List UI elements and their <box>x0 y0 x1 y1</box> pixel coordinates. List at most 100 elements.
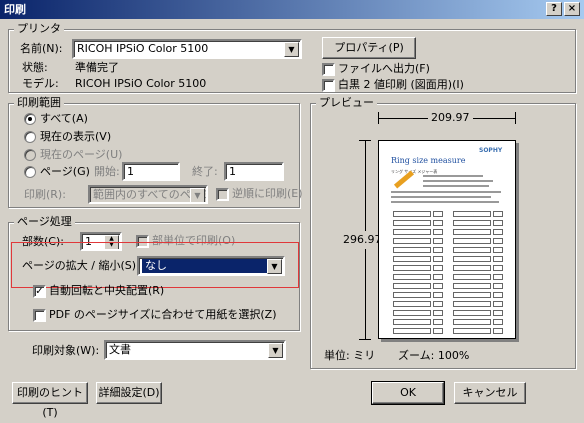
range-pages-radio[interactable] <box>24 166 36 178</box>
print-to-file-label[interactable]: ファイルへ出力(F) <box>338 62 430 76</box>
auto-rotate-label[interactable]: 自動回転と中央配置(R) <box>49 284 164 298</box>
size-chart-cell <box>433 220 443 226</box>
size-chart-cell <box>393 238 431 244</box>
printer-model-value: RICOH IPSiO Color 5100 <box>75 77 207 90</box>
print-what-select[interactable]: 文書 ▼ <box>104 340 286 360</box>
range-end-label: 終了: <box>192 165 218 178</box>
size-chart-cell <box>433 229 443 235</box>
pdf-page-size-label[interactable]: PDF のページサイズに合わせて用紙を選択(Z) <box>49 308 277 322</box>
printer-status-value: 準備完了 <box>75 61 119 74</box>
size-chart-cell <box>433 283 443 289</box>
size-chart-cell <box>433 211 443 217</box>
range-current-view-radio[interactable] <box>24 131 36 143</box>
range-all-label[interactable]: すべて(A) <box>40 112 88 126</box>
range-subset-select[interactable]: 範囲内のすべてのページ ▼ <box>88 185 208 204</box>
size-chart-cell <box>493 238 503 244</box>
height-dimension-value: 296.97 <box>343 231 382 249</box>
size-chart-cell <box>393 211 431 217</box>
size-chart-cell <box>453 301 491 307</box>
chevron-down-icon[interactable]: ▼ <box>190 188 205 202</box>
printer-status-label: 状態: <box>22 61 48 74</box>
size-chart-cell <box>493 229 503 235</box>
size-chart-cell <box>493 319 503 325</box>
printer-legend: プリンタ <box>14 23 64 35</box>
preview-page: SOPHY Ring size measure リング サイズ メジャー表 <box>378 140 516 339</box>
preview-legend: プレビュー <box>316 97 377 109</box>
reverse-checkbox[interactable] <box>216 188 229 201</box>
zoom-label: ズーム: 100% <box>398 349 470 362</box>
mono-print-label[interactable]: 白黒 2 値印刷 (図面用)(I) <box>338 78 464 92</box>
auto-rotate-checkbox[interactable]: ✓ <box>33 285 46 298</box>
range-pages-label[interactable]: ページ(G) <box>40 165 90 179</box>
size-chart-cell <box>393 247 431 253</box>
range-current-page-label[interactable]: 現在のページ(U) <box>40 148 122 162</box>
size-chart-cell <box>393 274 431 280</box>
help-button[interactable]: ? <box>546 2 562 16</box>
size-chart-cell <box>493 274 503 280</box>
units-label: 単位: ミリ <box>324 349 376 362</box>
width-dimension-value: 209.97 <box>428 111 473 125</box>
size-chart-cell <box>453 310 491 316</box>
chevron-down-icon[interactable]: ▼ <box>268 343 283 358</box>
size-chart-cell <box>393 319 431 325</box>
scaling-label: ページの拡大 / 縮小(S): <box>22 259 140 272</box>
size-chart-cell <box>493 301 503 307</box>
size-chart-cell <box>453 292 491 298</box>
reverse-label[interactable]: 逆順に印刷(E) <box>232 187 303 201</box>
size-chart-cell <box>493 283 503 289</box>
print-hints-button[interactable]: 印刷のヒント(T) <box>12 382 88 419</box>
size-chart-cell <box>433 274 443 280</box>
size-chart-cell <box>393 292 431 298</box>
range-start-input[interactable]: 1 <box>122 162 180 181</box>
size-chart-cell <box>493 328 503 334</box>
height-dimension-tick-top <box>359 140 371 141</box>
printer-name-select[interactable]: RICOH IPSiO Color 5100 ▼ <box>72 39 302 59</box>
width-dimension-tick-right <box>515 112 516 124</box>
chevron-down-icon[interactable]: ▼ <box>267 259 282 274</box>
size-chart-cell <box>433 319 443 325</box>
size-chart-cell <box>453 283 491 289</box>
advanced-button[interactable]: 詳細設定(D) <box>96 382 162 404</box>
size-chart-cell <box>453 319 491 325</box>
size-chart-cell <box>453 220 491 226</box>
pdf-page-size-checkbox[interactable] <box>33 309 46 322</box>
size-chart-cell <box>433 238 443 244</box>
size-chart-cell <box>493 211 503 217</box>
scaling-select[interactable]: なし ▼ <box>137 256 285 276</box>
size-chart-cell <box>493 220 503 226</box>
size-chart-table <box>379 141 517 340</box>
size-chart-cell <box>453 256 491 262</box>
size-chart-cell <box>393 283 431 289</box>
size-chart-cell <box>433 292 443 298</box>
size-chart-cell <box>393 229 431 235</box>
size-chart-cell <box>433 328 443 334</box>
size-chart-cell <box>493 256 503 262</box>
size-chart-cell <box>433 247 443 253</box>
range-end-input[interactable]: 1 <box>224 162 284 181</box>
size-chart-cell <box>453 211 491 217</box>
mono-print-checkbox[interactable] <box>322 79 335 92</box>
ok-button[interactable]: OK <box>371 381 445 405</box>
chevron-down-icon[interactable]: ▼ <box>284 42 299 57</box>
range-current-page-radio[interactable] <box>24 149 36 161</box>
size-chart-cell <box>493 310 503 316</box>
size-chart-cell <box>393 328 431 334</box>
range-current-view-label[interactable]: 現在の表示(V) <box>40 130 111 144</box>
printer-model-label: モデル: <box>22 77 59 90</box>
width-dimension-tick-left <box>378 112 379 124</box>
size-chart-cell <box>493 292 503 298</box>
size-chart-cell <box>493 265 503 271</box>
properties-button[interactable]: プロパティ(P) <box>322 37 416 59</box>
print-what-label: 印刷対象(W): <box>32 344 100 357</box>
cancel-button[interactable]: キャンセル <box>454 382 526 404</box>
window-title-bar: 印刷 <box>0 0 584 19</box>
size-chart-cell <box>393 265 431 271</box>
range-all-radio[interactable] <box>24 113 36 125</box>
print-to-file-checkbox[interactable] <box>322 63 335 76</box>
size-chart-cell <box>493 247 503 253</box>
close-button[interactable]: × <box>564 2 580 16</box>
print-range-legend: 印刷範囲 <box>14 97 64 109</box>
range-start-label: 開始: <box>94 165 120 178</box>
window-title: 印刷 <box>4 3 26 16</box>
printer-name-label: 名前(N): <box>20 42 63 55</box>
